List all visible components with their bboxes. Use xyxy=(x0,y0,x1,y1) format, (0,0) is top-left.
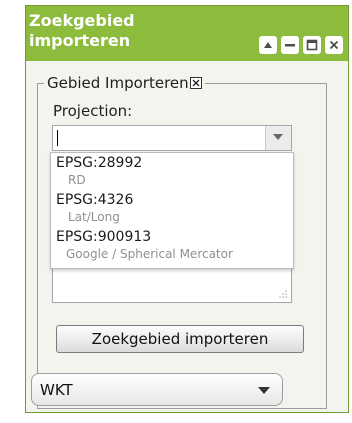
format-select-value: WKT xyxy=(40,381,73,399)
projection-option[interactable]: EPSG:4326 Lat/Long xyxy=(56,192,292,225)
format-select[interactable]: WKT xyxy=(31,373,283,406)
option-description: Lat/Long xyxy=(68,210,120,224)
import-search-area-button[interactable]: Zoekgebied importeren xyxy=(56,325,304,353)
expand-icon[interactable] xyxy=(259,36,277,54)
fieldset-legend: Gebied Importeren xyxy=(44,73,205,93)
option-code: EPSG:900913 xyxy=(56,229,152,245)
projection-option[interactable]: EPSG:28992 RD xyxy=(56,155,292,188)
panel-title: Zoekgebied importeren xyxy=(29,11,229,51)
chevron-down-icon xyxy=(273,134,283,140)
fieldset-legend-label: Gebied Importeren xyxy=(47,74,189,92)
option-description: RD xyxy=(68,173,86,187)
chevron-down-icon xyxy=(258,387,270,394)
projection-label: Projection: xyxy=(53,102,133,120)
panel-title-line1: Zoekgebied xyxy=(29,11,135,30)
projection-dropdown-list: EPSG:28992 RD EPSG:4326 Lat/Long EPSG:90… xyxy=(50,152,294,269)
projection-dropdown-button[interactable] xyxy=(265,126,291,150)
text-caret xyxy=(57,130,58,146)
panel-title-line2: importeren xyxy=(29,31,131,50)
option-code: EPSG:4326 xyxy=(56,192,134,208)
close-icon[interactable] xyxy=(325,36,343,54)
option-code: EPSG:28992 xyxy=(56,155,143,171)
minimize-icon[interactable] xyxy=(281,36,299,54)
panel-header: Zoekgebied importeren xyxy=(26,6,348,61)
projection-option[interactable]: EPSG:900913 Google / Spherical Mercator xyxy=(56,229,292,262)
restore-icon[interactable] xyxy=(303,36,321,54)
resize-grip-icon[interactable] xyxy=(278,289,288,299)
option-description: Google / Spherical Mercator xyxy=(66,247,233,261)
projection-combobox[interactable] xyxy=(52,125,292,151)
legend-close-icon[interactable] xyxy=(189,77,202,89)
